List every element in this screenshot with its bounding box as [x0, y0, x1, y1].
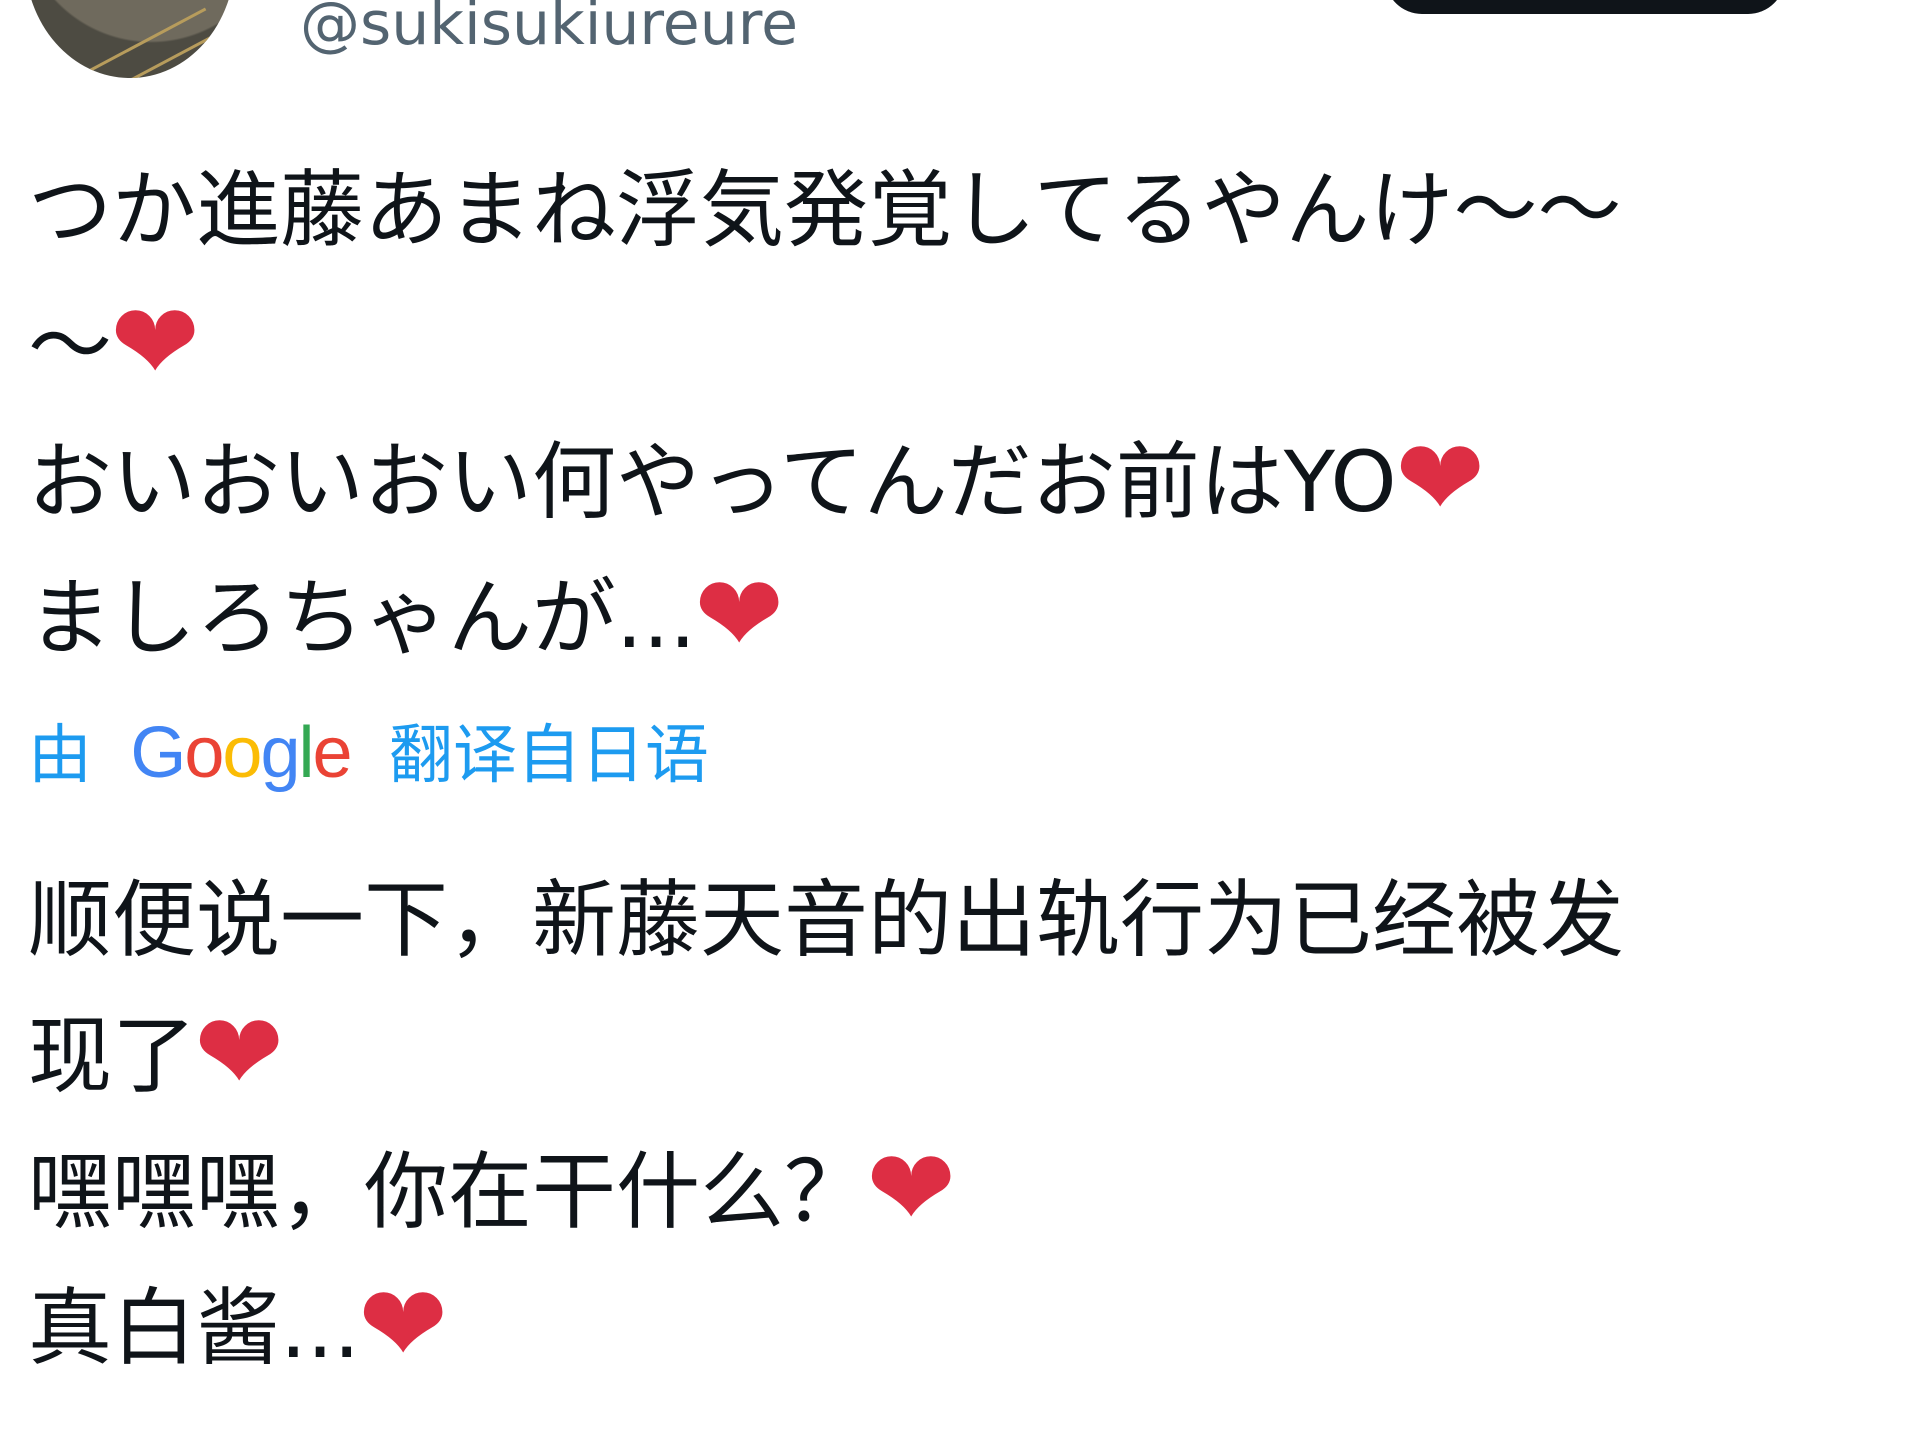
tweet-line: つか進藤あまね浮気発覚してるやんけ～～: [28, 142, 1898, 278]
google-logo-letter: G: [130, 713, 186, 793]
translated-line-text: 真白酱...: [28, 1279, 361, 1377]
tweet-line-text: おいおいおい何やってんだお前はYO: [28, 433, 1397, 531]
google-logo: Google: [130, 708, 353, 798]
tweet-line-text: ～: [28, 297, 113, 395]
tweet-line-text: つか進藤あまね浮気発覚してるやんけ～～: [28, 161, 1622, 259]
translated-line: 嘿嘿嘿，你在干什么？❤: [28, 1124, 1898, 1260]
tweet-line: ましろちゃんが...❤: [28, 550, 1898, 686]
avatar-detail: [63, 7, 207, 78]
translated-line: 顺便说一下，新藤天音的出轨行为已经被发: [28, 852, 1898, 988]
translation-suffix: 翻译自日语: [388, 719, 709, 793]
translated-line-text: 现了: [28, 1007, 197, 1105]
tweet-translated-text: 顺便说一下，新藤天音的出轨行为已经被发 现了❤ 嘿嘿嘿，你在干什么？❤ 真白酱.…: [28, 852, 1898, 1396]
tweet-line: おいおいおい何やってんだお前はYO❤: [28, 414, 1898, 550]
translated-line: 现了❤: [28, 988, 1898, 1124]
tweet-line: ～❤: [28, 278, 1898, 414]
translated-line: 真白酱...❤: [28, 1260, 1898, 1396]
red-heart-icon: ❤: [1394, 415, 1485, 541]
red-heart-icon: ❤: [694, 551, 785, 677]
google-logo-letter: o: [184, 713, 224, 793]
tweet-original-text: つか進藤あまね浮気発覚してるやんけ～～ ～❤ おいおいおい何やってんだお前はYO…: [28, 142, 1898, 686]
google-logo-letter: e: [312, 713, 353, 793]
red-heart-icon: ❤: [194, 989, 285, 1115]
google-logo-letter: l: [298, 713, 315, 793]
red-heart-icon: ❤: [358, 1261, 449, 1387]
tweet-line-text: ましろちゃんが...: [28, 569, 697, 667]
translated-line-text: 顺便说一下，新藤天音的出轨行为已经被发: [28, 871, 1625, 969]
translated-by-google-link[interactable]: 由 Google 翻译自日语: [28, 708, 709, 798]
avatar[interactable]: [25, 0, 235, 78]
translated-line-text: 嘿嘿嘿，你在干什么？: [28, 1143, 869, 1241]
author-handle[interactable]: @sukisukiureure: [300, 0, 798, 60]
follow-button[interactable]: [1385, 0, 1785, 14]
google-logo-letter: g: [260, 713, 300, 793]
translation-prefix: 由: [28, 719, 92, 793]
google-logo-letter: o: [222, 713, 262, 793]
red-heart-icon: ❤: [110, 279, 201, 405]
red-heart-icon: ❤: [866, 1125, 957, 1251]
